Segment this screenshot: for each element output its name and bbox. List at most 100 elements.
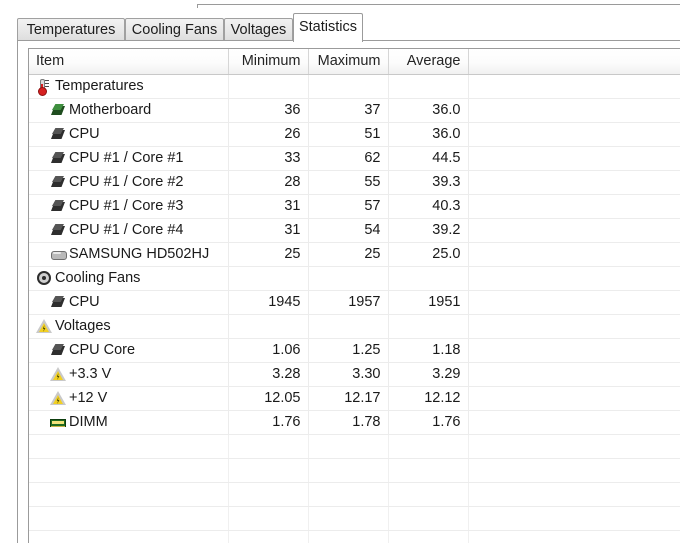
tab-label: Cooling Fans [131, 21, 218, 38]
cell-item: CPU #1 / Core #3 [29, 194, 229, 219]
table-empty-row[interactable] [29, 530, 680, 543]
table-row[interactable]: CPU 1945 1957 1951 [29, 290, 680, 315]
cell-average [388, 74, 469, 99]
table-row[interactable]: DIMM 1.76 1.78 1.76 [29, 410, 680, 435]
cell-minimum: 28 [228, 170, 309, 195]
cell-minimum: 3.28 [228, 362, 309, 387]
table-row[interactable]: CPU Core 1.06 1.25 1.18 [29, 338, 680, 363]
cell-average: 36.0 [388, 98, 469, 123]
cell-empty [308, 530, 389, 543]
chip-icon [50, 342, 66, 358]
item-content: Temperatures [36, 75, 221, 98]
item-label: CPU [69, 125, 100, 142]
column-header-maximum[interactable]: Maximum [308, 49, 389, 75]
cell-maximum: 62 [308, 146, 389, 171]
cell-item: DIMM [29, 410, 229, 435]
cell-item: SAMSUNG HD502HJ [29, 242, 229, 267]
table-row[interactable]: CPU #1 / Core #1 33 62 44.5 [29, 146, 680, 171]
tab-temperatures[interactable]: Temperatures [17, 18, 125, 42]
tab-panel-statistics: Item Minimum Maximum Average Temperature… [17, 40, 680, 543]
tab-cooling-fans[interactable]: Cooling Fans [125, 18, 224, 42]
item-label: Temperatures [55, 77, 144, 94]
tab-label: Statistics [298, 18, 357, 35]
table-empty-row[interactable] [29, 458, 680, 483]
table-row[interactable]: CPU 26 51 36.0 [29, 122, 680, 147]
item-content: CPU #1 / Core #1 [36, 147, 221, 170]
column-header-filler[interactable] [468, 49, 680, 75]
cell-average: 3.29 [388, 362, 469, 387]
cell-empty [468, 458, 680, 483]
cell-maximum: 55 [308, 170, 389, 195]
cell-minimum [228, 266, 309, 291]
cell-filler [468, 362, 680, 387]
table-row[interactable]: +12 V 12.05 12.17 12.12 [29, 386, 680, 411]
table-row[interactable]: CPU #1 / Core #4 31 54 39.2 [29, 218, 680, 243]
table-empty-row[interactable] [29, 506, 680, 531]
window-frame-edge-left [197, 4, 198, 8]
cell-minimum [228, 314, 309, 339]
cell-empty [228, 506, 309, 531]
cell-filler [468, 218, 680, 243]
table-body: Temperatures Motherboard 36 37 36.0 CPU 26 51 36… [29, 74, 680, 543]
cell-minimum: 1.06 [228, 338, 309, 363]
chip-icon [50, 126, 66, 142]
table-group-row[interactable]: Cooling Fans [29, 266, 680, 291]
item-content: CPU [36, 123, 221, 146]
item-content: DIMM [36, 411, 221, 434]
cell-empty [388, 482, 469, 507]
chip-icon [50, 198, 66, 214]
cell-empty [468, 434, 680, 459]
voltage-icon [36, 318, 52, 334]
cell-empty [388, 506, 469, 531]
table-row[interactable]: SAMSUNG HD502HJ 25 25 25.0 [29, 242, 680, 267]
item-content: Cooling Fans [36, 267, 221, 290]
cell-empty [308, 482, 389, 507]
cell-item: CPU [29, 122, 229, 147]
column-header-average[interactable]: Average [388, 49, 469, 75]
cell-average: 40.3 [388, 194, 469, 219]
cell-empty [388, 458, 469, 483]
cell-minimum: 33 [228, 146, 309, 171]
cell-item: Motherboard [29, 98, 229, 123]
chip-icon [50, 222, 66, 238]
cell-average: 39.2 [388, 218, 469, 243]
table-row[interactable]: CPU #1 / Core #3 31 57 40.3 [29, 194, 680, 219]
cell-empty [388, 434, 469, 459]
column-header-minimum[interactable]: Minimum [228, 49, 309, 75]
cell-average: 1951 [388, 290, 469, 315]
dimm-icon [50, 414, 66, 430]
cell-item: CPU #1 / Core #2 [29, 170, 229, 195]
column-header-item[interactable]: Item [29, 49, 229, 75]
cell-average: 39.3 [388, 170, 469, 195]
table-empty-row[interactable] [29, 482, 680, 507]
table-group-row[interactable]: Temperatures [29, 74, 680, 99]
table-row[interactable]: Motherboard 36 37 36.0 [29, 98, 680, 123]
tab-voltages[interactable]: Voltages [224, 18, 293, 42]
hdd-icon [50, 246, 67, 262]
item-content: CPU #1 / Core #3 [36, 195, 221, 218]
table-header: Item Minimum Maximum Average [29, 49, 680, 75]
table-header-row: Item Minimum Maximum Average [29, 49, 680, 75]
cell-average [388, 266, 469, 291]
tab-statistics[interactable]: Statistics [293, 13, 363, 42]
cell-item: Cooling Fans [29, 266, 229, 291]
table-row[interactable]: CPU #1 / Core #2 28 55 39.3 [29, 170, 680, 195]
item-label: Voltages [55, 317, 111, 334]
cell-minimum: 25 [228, 242, 309, 267]
cell-maximum: 37 [308, 98, 389, 123]
cell-maximum: 12.17 [308, 386, 389, 411]
cell-item: CPU [29, 290, 229, 315]
table-empty-row[interactable] [29, 434, 680, 459]
cell-filler [468, 386, 680, 411]
cell-empty [468, 482, 680, 507]
item-label: CPU [69, 293, 100, 310]
cell-maximum [308, 314, 389, 339]
table-row[interactable]: +3.3 V 3.28 3.30 3.29 [29, 362, 680, 387]
statistics-grid[interactable]: Item Minimum Maximum Average Temperature… [28, 48, 680, 543]
table-group-row[interactable]: Voltages [29, 314, 680, 339]
cell-filler [468, 74, 680, 99]
cell-empty [29, 506, 229, 531]
cell-average: 1.18 [388, 338, 469, 363]
cell-average: 12.12 [388, 386, 469, 411]
item-content: CPU Core [36, 339, 221, 362]
